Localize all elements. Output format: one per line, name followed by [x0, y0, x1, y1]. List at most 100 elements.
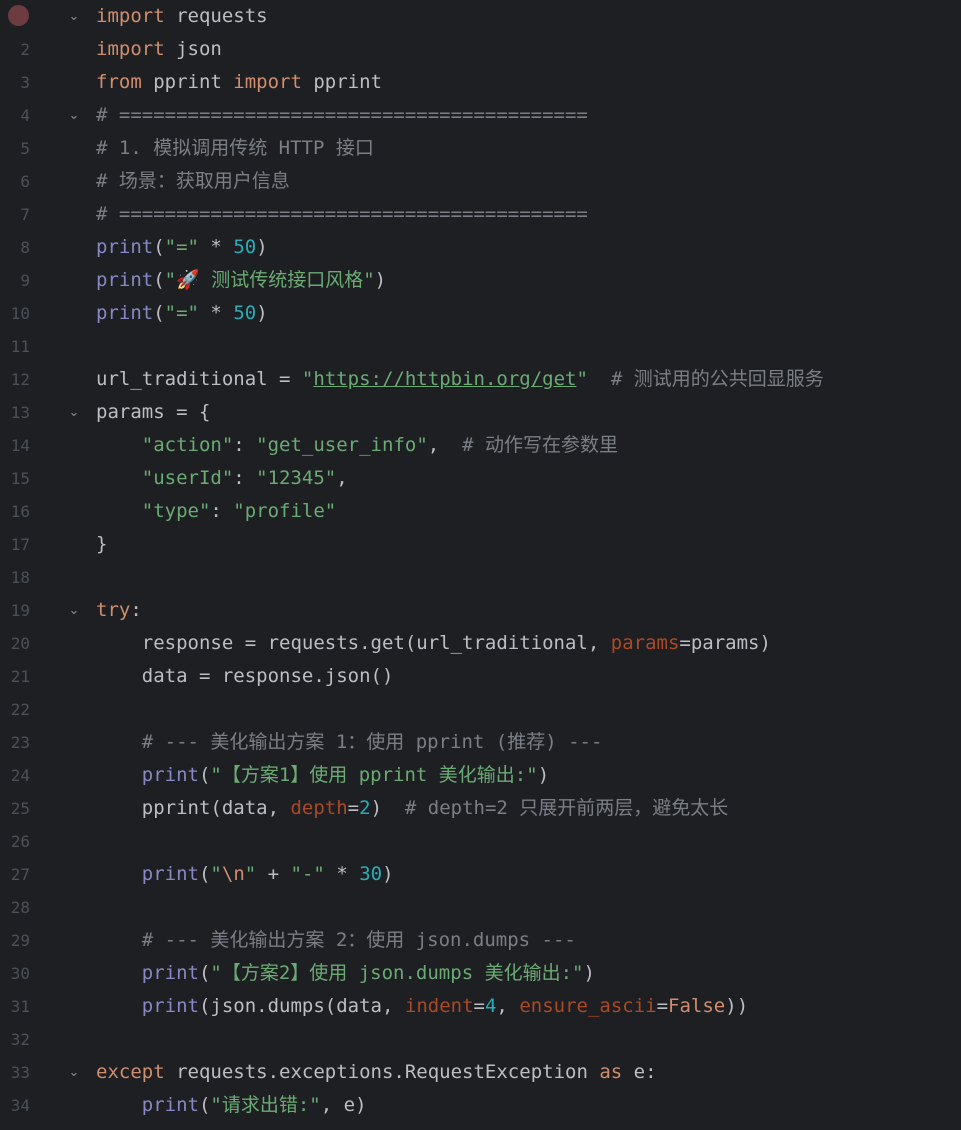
comment-token: # ======================================… [96, 203, 588, 225]
builtin-token: print [141, 962, 199, 984]
code-token: url_traditional = [96, 368, 302, 390]
line-number: 30 [10, 964, 30, 983]
code-line[interactable]: # 场景：获取用户信息 [96, 165, 961, 198]
chevron-down-icon[interactable]: ⌄ [66, 99, 82, 132]
line-number: 5 [20, 139, 30, 158]
keyword-token: as [599, 1061, 623, 1083]
line-number: 2 [20, 40, 30, 59]
code-line[interactable]: print("=" * 50) [96, 231, 961, 264]
gutter-row: 18 [0, 561, 92, 594]
code-line[interactable] [96, 330, 961, 363]
code-line[interactable]: print(json.dumps(data, indent=4, ensure_… [96, 990, 961, 1023]
line-number: 22 [10, 700, 30, 719]
gutter-row: 13 ⌄ [0, 396, 92, 429]
code-line[interactable] [96, 1023, 961, 1056]
code-line[interactable]: import requests [96, 0, 961, 33]
code-token: ) [537, 764, 550, 786]
code-line[interactable]: "userId": "12345", [96, 462, 961, 495]
code-line[interactable] [96, 891, 961, 924]
code-line[interactable]: # ======================================… [96, 99, 961, 132]
chevron-down-icon[interactable]: ⌄ [66, 1056, 82, 1089]
code-line[interactable]: print("请求出错:", e) [96, 1089, 961, 1122]
line-number: 29 [10, 931, 30, 950]
code-line[interactable]: } [96, 528, 961, 561]
number-token: 30 [359, 863, 383, 885]
code-token: ( [198, 1094, 211, 1116]
code-line[interactable]: url_traditional = "https://httpbin.org/g… [96, 363, 961, 396]
code-line[interactable]: "action": "get_user_info", # 动作写在参数里 [96, 429, 961, 462]
code-line[interactable]: "type": "profile" [96, 495, 961, 528]
line-number: 34 [10, 1096, 30, 1115]
string-token: " [210, 863, 222, 885]
code-line[interactable]: # --- 美化输出方案 2：使用 json.dumps --- [96, 924, 961, 957]
gutter-row: 16 [0, 495, 92, 528]
code-line[interactable]: response = requests.get(url_traditional,… [96, 627, 961, 660]
code-token: = [347, 797, 360, 819]
url-link[interactable]: https://httpbin.org/get [313, 368, 576, 390]
code-line[interactable]: print("=" * 50) [96, 297, 961, 330]
code-line[interactable]: import json [96, 33, 961, 66]
line-number: 25 [10, 799, 30, 818]
chevron-down-icon[interactable]: ⌄ [66, 0, 82, 33]
code-token: = [473, 995, 485, 1017]
breakpoint-icon[interactable] [8, 5, 29, 26]
code-token: ( [153, 302, 165, 324]
code-line[interactable]: params = { [96, 396, 961, 429]
string-token: "=" [164, 236, 199, 258]
comment-token: # depth=2 只展开前两层，避免太长 [404, 797, 729, 819]
string-token: "【方案2】使用 json.dumps 美化输出:" [210, 962, 584, 984]
builtin-token: print [96, 236, 154, 258]
keyword-token: from [96, 71, 142, 93]
code-token: + [256, 863, 291, 885]
string-token: "【方案1】使用 pprint 美化输出:" [210, 764, 538, 786]
code-line[interactable]: try: [96, 594, 961, 627]
code-line[interactable]: print("【方案1】使用 pprint 美化输出:") [96, 759, 961, 792]
code-line[interactable]: pprint(data, depth=2) # depth=2 只展开前两层，避… [96, 792, 961, 825]
gutter-row: 14 [0, 429, 92, 462]
keyword-token: False [668, 995, 726, 1017]
chevron-down-icon[interactable]: ⌄ [66, 396, 82, 429]
line-number: 7 [20, 205, 30, 224]
line-number: 32 [10, 1030, 30, 1049]
comment-token: # 1. 模拟调用传统 HTTP 接口 [96, 137, 374, 159]
code-line[interactable]: print("【方案2】使用 json.dumps 美化输出:") [96, 957, 961, 990]
string-token: " [301, 368, 314, 390]
gutter-row: 12 [0, 363, 92, 396]
code-token: json [164, 38, 222, 60]
builtin-token: print [141, 764, 199, 786]
line-number: 11 [10, 337, 30, 356]
gutter-row: 25 [0, 792, 92, 825]
comment-token: # 动作写在参数里 [462, 434, 618, 456]
code-line[interactable]: print("\n" + "-" * 30) [96, 858, 961, 891]
code-line[interactable]: # --- 美化输出方案 1：使用 pprint (推荐) --- [96, 726, 961, 759]
code-line[interactable] [96, 825, 961, 858]
string-token: "get_user_info" [256, 434, 428, 456]
code-line[interactable]: # ======================================… [96, 198, 961, 231]
code-token: , [496, 995, 520, 1017]
line-number: 19 [10, 601, 30, 620]
code-token: ( [198, 764, 211, 786]
code-token: : [233, 467, 257, 489]
builtin-token: print [141, 995, 199, 1017]
code-line[interactable]: except requests.exceptions.RequestExcept… [96, 1056, 961, 1089]
line-number: 6 [20, 172, 30, 191]
chevron-down-icon[interactable]: ⌄ [66, 594, 82, 627]
line-number: 15 [10, 469, 30, 488]
code-editor[interactable]: ⌄ 2 3 4 ⌄ 5 6 7 8 9 10 11 12 13 ⌄ 14 15 16 17 18 19 ⌄ 20 21 22 23… [0, 0, 961, 1130]
code-line[interactable] [96, 693, 961, 726]
string-token: "userId" [141, 467, 234, 489]
gutter-row: 5 [0, 132, 92, 165]
code-area[interactable]: import requests import json from pprint im… [96, 0, 961, 1130]
code-line[interactable] [96, 561, 961, 594]
code-line[interactable]: # 1. 模拟调用传统 HTTP 接口 [96, 132, 961, 165]
code-line[interactable]: data = response.json() [96, 660, 961, 693]
comment-token: # --- 美化输出方案 2：使用 json.dumps --- [141, 929, 576, 951]
code-token: * [324, 863, 360, 885]
code-line[interactable]: from pprint import pprint [96, 66, 961, 99]
code-line[interactable]: print("🚀 测试传统接口风格") [96, 264, 961, 297]
code-token: response = requests.get(url_traditional, [96, 632, 611, 654]
